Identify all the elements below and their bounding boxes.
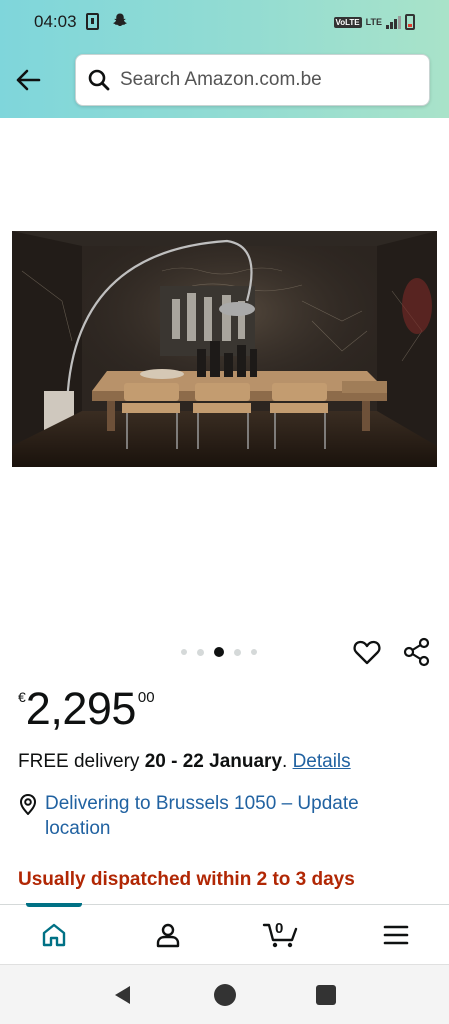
account-icon [156,923,180,948]
menu-icon [383,925,409,945]
status-time: 04:03 [34,12,77,31]
signal-icon [386,15,401,29]
delivery-location[interactable]: Delivering to Brussels 1050 – Update loc… [18,791,418,841]
system-recents-icon[interactable] [316,985,336,1005]
status-indicators: VoLTE LTE [333,14,415,30]
system-home-icon[interactable] [214,984,236,1006]
search-icon [88,69,110,91]
carousel-dot[interactable] [234,648,241,656]
active-tab-indicator [26,903,82,907]
carousel-dots [181,647,257,657]
product-image[interactable] [12,231,437,467]
carousel-dot-active[interactable] [214,647,224,657]
system-nav-bar [0,964,449,1024]
price-currency: € [18,689,26,705]
nav-menu[interactable] [380,919,412,951]
nav-account[interactable] [152,919,184,951]
delivery-info: FREE delivery 20 - 22 January. Details [18,751,351,773]
header-area: 04:03 VoLTE LTE [0,0,449,118]
snapchat-icon [113,13,127,27]
dining-room-photo [12,231,437,467]
nav-home[interactable] [38,919,70,951]
price-fraction: 00 [137,689,155,706]
search-input[interactable] [120,69,400,91]
home-icon [42,923,66,947]
delivery-suffix: . [282,751,293,772]
share-icon [403,637,430,667]
dispatch-status: Usually dispatched within 2 to 3 days [18,869,355,890]
price-whole: 2,295 [25,683,137,734]
search-bar[interactable] [75,54,430,106]
network-type: LTE [365,17,382,27]
back-button[interactable] [12,64,44,96]
cart-count: 0 [275,920,284,937]
product-price: € 2,295 00 [18,684,155,734]
nav-cart[interactable]: 0 [262,919,300,951]
carousel-dot[interactable] [181,649,187,655]
wishlist-button[interactable] [352,637,382,667]
system-back-icon[interactable] [112,984,134,1006]
carousel-dot[interactable] [197,648,204,656]
volte-badge: VoLTE [333,16,362,28]
status-bar: 04:03 VoLTE LTE [0,0,449,44]
share-button[interactable] [402,637,432,667]
carousel-dot[interactable] [251,649,257,655]
bottom-nav: 0 [0,903,449,964]
delivery-prefix: FREE delivery [18,751,145,772]
location-pin-icon [19,793,37,815]
download-icon [86,13,99,30]
location-text[interactable]: Delivering to Brussels 1050 – Update loc… [45,791,418,841]
battery-icon [405,14,415,30]
heart-icon [353,640,381,665]
delivery-dates: 20 - 22 January [144,751,283,772]
details-link[interactable]: Details [293,751,351,772]
arrow-left-icon [16,69,41,91]
